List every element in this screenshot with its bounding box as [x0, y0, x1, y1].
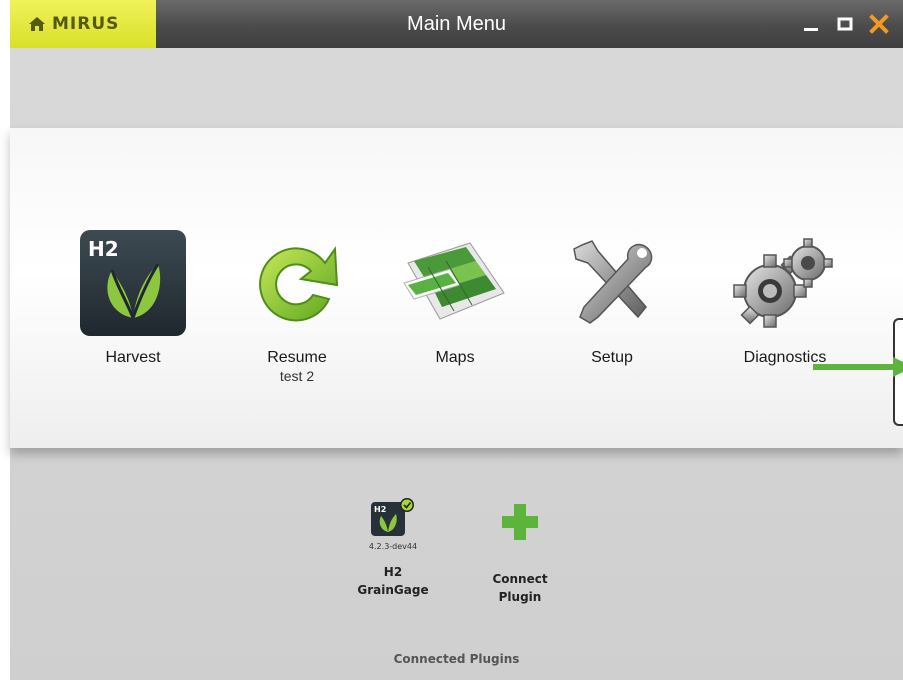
menu-item-sublabel: test 2 [279, 368, 315, 384]
maximize-icon [837, 17, 853, 31]
brand-logo-text: MIRUS [52, 14, 120, 34]
plugin-name-line1: Connect [492, 572, 548, 586]
plugins-area: H2 4.2.3-dev44 H2 GrainGage Connect Plug… [10, 490, 903, 680]
plugin-name-line2: Plugin [498, 590, 542, 604]
plus-icon [502, 504, 538, 540]
close-button[interactable] [869, 14, 889, 34]
maximize-button[interactable] [835, 14, 855, 34]
home-brand-button[interactable]: MIRUS [10, 0, 156, 48]
menu-item-harvest[interactable]: H2 Harvest [68, 228, 198, 367]
plugin-name: H2 GrainGage [348, 563, 438, 599]
plugin-version: 4.2.3-dev44 [368, 542, 418, 551]
harvest-h2-icon: H2 [78, 228, 188, 338]
plugin-name-line1: H2 [383, 565, 403, 579]
menu-item-label: Harvest [105, 349, 161, 366]
main-window: MIRUS Main Menu H2 Harvest Resume test 2… [10, 0, 903, 680]
menu-item-setup[interactable]: Setup [547, 228, 677, 367]
plugin-name: Connect Plugin [480, 570, 560, 606]
menu-item-resume[interactable]: Resume test 2 [232, 228, 362, 385]
menu-item-label: Maps [435, 349, 475, 366]
screen: MIRUS Main Menu H2 Harvest Resume test 2… [0, 0, 903, 680]
close-icon [869, 14, 889, 34]
svg-text:H2: H2 [374, 505, 386, 514]
window-controls [801, 0, 889, 48]
maps-icon [400, 228, 510, 338]
plugin-h2-graingage[interactable]: H2 4.2.3-dev44 H2 GrainGage [348, 496, 438, 599]
resume-icon [242, 228, 352, 338]
title-bar: MIRUS Main Menu [10, 0, 903, 48]
main-menu-shelf: H2 Harvest Resume test 2 Maps Setup Diag… [10, 128, 903, 448]
connect-plugin-button[interactable]: Connect Plugin [480, 504, 560, 606]
menu-item-label: Resume [267, 349, 327, 366]
setup-icon [557, 228, 667, 338]
menu-item-diagnostics[interactable]: Diagnostics [720, 228, 850, 367]
menu-item-maps[interactable]: Maps [390, 228, 520, 367]
plugin-name-line2: GrainGage [357, 583, 429, 597]
connected-plugins-caption: Connected Plugins [393, 652, 520, 666]
menu-item-label: Setup [591, 349, 633, 366]
minimize-icon [804, 28, 818, 31]
minimize-button[interactable] [801, 14, 821, 34]
diagnostics-icon [730, 228, 840, 338]
green-arrow-icon [813, 357, 903, 377]
h2-graingage-icon: H2 [371, 496, 415, 536]
home-icon [28, 16, 46, 32]
svg-text:H2: H2 [88, 237, 119, 261]
